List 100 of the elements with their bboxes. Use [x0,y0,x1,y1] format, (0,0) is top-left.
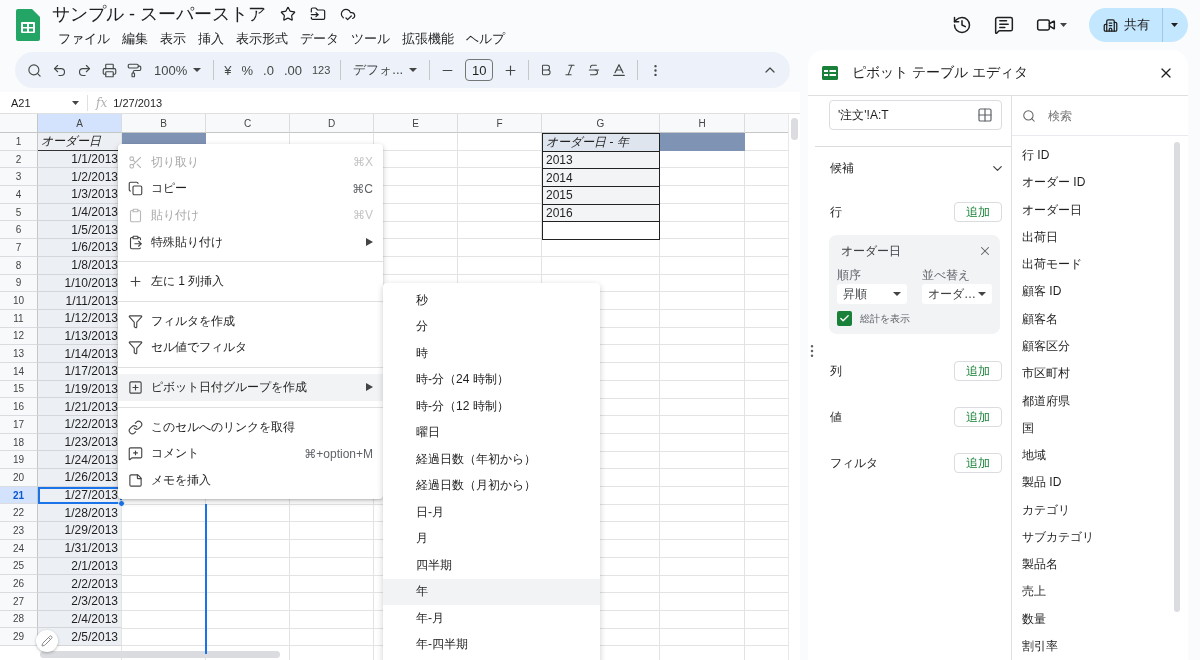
add-button[interactable]: 追加 [954,202,1002,222]
row-header[interactable]: 1 [0,133,38,151]
field-list-item[interactable]: 売上 [1012,578,1174,606]
field-list-item[interactable]: 製品 ID [1012,469,1174,497]
document-title[interactable]: サンプル - スーパーストア [52,1,266,26]
field-list-item[interactable]: 顧客区分 [1012,332,1174,361]
star-icon[interactable] [280,5,296,22]
field-list-item[interactable]: 地域 [1012,441,1174,470]
field-list-item[interactable]: オーダー日 [1012,196,1174,224]
field-list-item[interactable]: 顧客 ID [1012,278,1174,306]
field-list-item[interactable]: 出荷日 [1012,223,1174,252]
column-header[interactable]: F [458,114,542,133]
folder-icon[interactable] [310,5,326,22]
menu-bar-item[interactable]: ツール [345,28,396,49]
row-header[interactable]: 19 [0,451,38,470]
name-box[interactable]: A21 [0,94,88,111]
field-list-item[interactable]: 顧客名 [1012,305,1174,333]
scrollbar[interactable] [791,118,798,140]
menu-item[interactable]: 経過日数（年初から） [383,446,600,473]
menu-bar-item[interactable]: データ [294,28,345,49]
menu-item[interactable]: ピボット日付グループを作成 [118,374,383,401]
scrollbar[interactable] [40,651,280,658]
share-button[interactable]: 共有 [1089,8,1188,42]
sheets-logo[interactable] [16,9,40,41]
add-button[interactable]: 追加 [954,361,1002,381]
column-header[interactable]: A [38,114,122,133]
menu-bar-item[interactable]: 挿入 [192,28,230,49]
row-header[interactable]: 16 [0,398,38,416]
menu-item[interactable]: 年-四半期 [383,631,600,658]
field-list-item[interactable]: 国 [1012,414,1174,442]
row-header[interactable]: 3 [0,168,38,187]
menu-item[interactable]: 秒 [383,287,600,314]
plus-icon[interactable] [503,62,519,78]
field-list-item[interactable]: カテゴリ [1012,496,1174,524]
row-header[interactable]: 10 [0,292,38,310]
decrease-decimal-button[interactable]: .0 [263,62,274,78]
range-field[interactable]: '注文'!A:T [829,100,1002,130]
bold-icon[interactable] [539,63,554,77]
undo-icon[interactable] [52,62,67,78]
field-list-item[interactable]: 数量 [1012,605,1174,633]
comment-icon[interactable] [994,15,1014,35]
zoom-dropdown[interactable]: 100% [152,62,204,78]
menu-bar-item[interactable]: 編集 [116,28,154,49]
menu-item[interactable]: 月 [383,525,600,552]
menu-item[interactable]: 四半期 [383,552,600,579]
font-dropdown[interactable]: デフォ... [351,61,420,79]
field-list-item[interactable]: サブカテゴリ [1012,523,1174,551]
font-size-field[interactable]: 10 [465,59,494,81]
checkbox[interactable] [837,311,852,326]
search-field[interactable]: 検索 [1046,107,1166,124]
menu-item[interactable]: 日-月 [383,499,600,526]
column-header[interactable]: C [206,114,290,133]
row-header[interactable]: 13 [0,345,38,363]
column-header[interactable]: E [374,114,458,133]
row-header[interactable]: 23 [0,522,38,540]
row-header[interactable]: 6 [0,221,38,240]
menu-item[interactable]: 曜日 [383,419,600,446]
caret-icon[interactable] [1060,23,1067,27]
row-header[interactable]: 22 [0,504,38,523]
field-list-item[interactable]: 行 ID [1012,142,1174,170]
strikethrough-icon[interactable] [587,63,602,77]
field-list-item[interactable]: 出荷モード [1012,251,1174,279]
row-header[interactable]: 7 [0,239,38,257]
row-header[interactable]: 26 [0,575,38,593]
currency-button[interactable]: ¥ [224,62,232,78]
grid-icon[interactable] [977,107,993,123]
history-icon[interactable] [952,15,972,35]
scrollbar[interactable] [1174,142,1180,612]
field-list-item[interactable]: 割引率 [1012,632,1174,660]
formula-field[interactable]: 1/27/2013 [113,96,163,109]
number-format-button[interactable]: 123 [311,64,331,76]
search-icon[interactable] [27,62,42,78]
menu-item[interactable]: 年 [383,578,600,605]
field-list-item[interactable]: 市区町村 [1012,360,1174,388]
menu-bar-item[interactable]: 表示 [154,28,192,49]
menu-bar-item[interactable]: ヘルプ [460,28,511,49]
row-header[interactable]: 4 [0,186,38,204]
menu-item[interactable]: 年-月 [383,605,600,632]
printer-icon[interactable] [102,62,117,78]
menu-item[interactable]: 時 [383,340,600,367]
menu-item[interactable]: 分 [383,313,600,340]
menu-bar-item[interactable]: ファイル [52,28,116,49]
redo-icon[interactable] [77,62,92,78]
add-button[interactable]: 追加 [954,407,1002,427]
increase-decimal-button[interactable]: .00 [283,62,302,78]
row-header[interactable]: 20 [0,469,38,487]
sort-select[interactable]: オーダ… [922,284,992,304]
menu-item[interactable]: 経過日数（月初から） [383,472,600,499]
percent-button[interactable]: % [241,62,254,78]
add-button[interactable]: 追加 [954,453,1002,473]
paint-roller-icon[interactable] [127,62,142,78]
column-header[interactable]: D [290,114,374,133]
row-header[interactable]: 29 [0,628,38,646]
menu-bar-item[interactable]: 拡張機能 [396,28,460,49]
column-header[interactable]: H [660,114,745,133]
field-list-item[interactable]: オーダー ID [1012,169,1174,197]
column-header[interactable]: B [122,114,206,133]
menu-bar-item[interactable]: 表示形式 [230,28,294,49]
menu-item[interactable]: 時-分（24 時制） [383,366,600,393]
search-icon[interactable] [1022,108,1036,123]
